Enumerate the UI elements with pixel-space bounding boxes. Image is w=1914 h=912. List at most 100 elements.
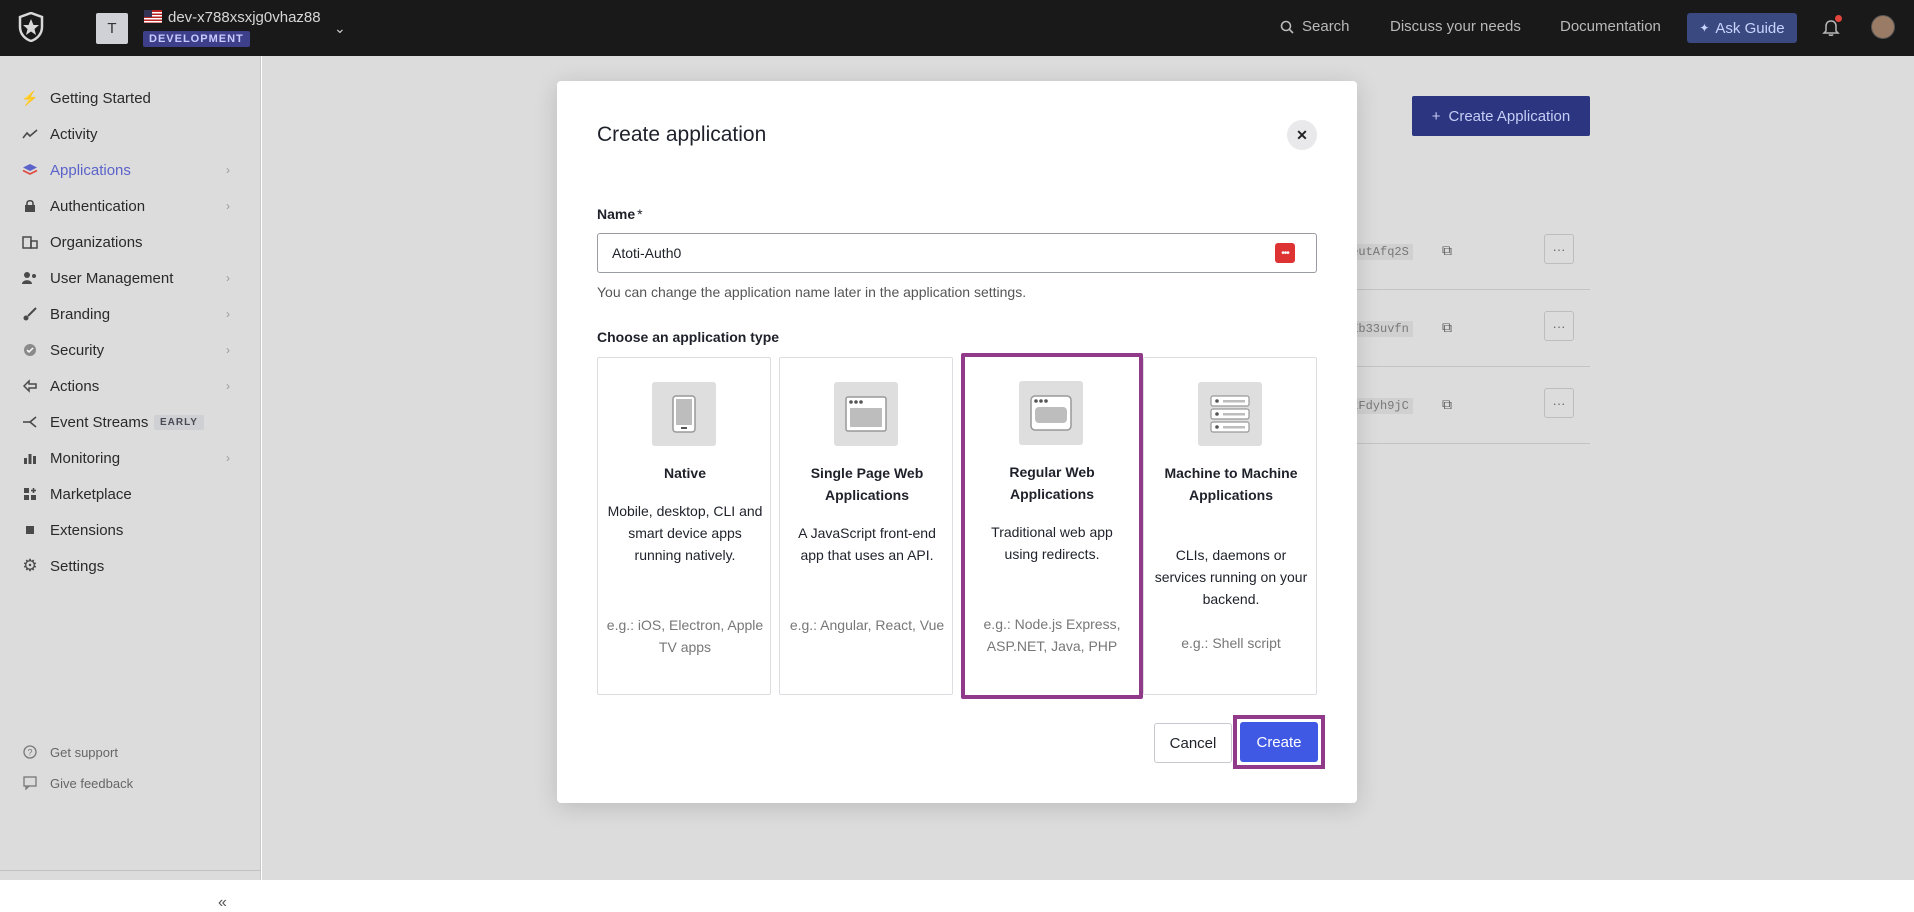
cancel-button[interactable]: Cancel <box>1154 723 1232 763</box>
password-manager-icon[interactable]: ••• <box>1275 243 1295 263</box>
search-icon <box>1280 20 1294 34</box>
sidebar-item-event-streams[interactable]: Event Streams EARLY <box>0 404 261 440</box>
create-application-button[interactable]: + Create Application <box>1412 96 1590 136</box>
close-icon: ✕ <box>1296 126 1308 143</box>
copy-icon[interactable]: ⧉ <box>1442 396 1452 413</box>
application-name-input[interactable] <box>597 233 1317 273</box>
sidebar-item-authentication[interactable]: Authentication › <box>0 188 261 224</box>
help-icon: ? <box>22 744 38 760</box>
chevron-right-icon: › <box>226 451 230 465</box>
get-support-link[interactable]: ? Get support <box>0 738 261 766</box>
chevron-right-icon: › <box>226 379 230 393</box>
app-type-native[interactable]: Native Mobile, desktop, CLI and smart de… <box>597 357 771 695</box>
ask-guide-label: Ask Guide <box>1715 19 1785 37</box>
give-feedback-label: Give feedback <box>50 775 134 791</box>
sidebar-item-label: Security <box>50 341 105 359</box>
sidebar-item-actions[interactable]: Actions › <box>0 368 261 404</box>
sidebar-item-user-management[interactable]: User Management › <box>0 260 261 296</box>
chevron-right-icon: › <box>226 307 230 321</box>
card-example: e.g.: Node.js Express, ASP.NET, Java, PH… <box>983 616 1121 654</box>
sidebar-item-label: Organizations <box>50 233 143 251</box>
plus-icon: + <box>1431 107 1441 125</box>
sidebar-item-label: Activity <box>50 125 98 143</box>
sidebar: ⚡ Getting Started Activity Applications … <box>0 56 261 911</box>
create-button[interactable]: Create <box>1240 722 1318 762</box>
ask-guide-button[interactable]: ✦ Ask Guide <box>1687 13 1797 43</box>
mobile-device-icon <box>652 382 716 446</box>
dialog-title: Create application <box>597 123 767 146</box>
table-row[interactable]: qzFdyh9jC ⧉ ··· <box>1340 368 1590 444</box>
copy-icon[interactable]: ⧉ <box>1442 319 1452 336</box>
feedback-icon <box>22 775 38 791</box>
svg-text:?: ? <box>27 748 32 758</box>
chevron-right-icon: › <box>226 271 230 285</box>
sidebar-item-applications[interactable]: Applications › <box>0 152 261 188</box>
sidebar-item-label: Branding <box>50 305 111 323</box>
app-type-regular-web[interactable]: Regular Web Applications Traditional web… <box>961 353 1143 699</box>
collapse-sidebar-icon[interactable]: « <box>218 894 227 912</box>
name-helper-text: You can change the application name late… <box>597 284 1027 300</box>
browser-window-icon <box>834 382 898 446</box>
stream-icon <box>22 414 38 430</box>
name-label-text: Name <box>597 206 636 222</box>
card-title: Regular Web Applications <box>1009 464 1095 502</box>
user-avatar[interactable] <box>1871 15 1895 39</box>
sidebar-item-branding[interactable]: Branding › <box>0 296 261 332</box>
sidebar-item-label: Monitoring <box>50 449 121 467</box>
extension-icon <box>22 522 38 538</box>
auth0-logo[interactable] <box>18 12 44 42</box>
tenant-avatar[interactable]: T <box>96 13 128 44</box>
shield-icon <box>22 342 38 358</box>
sidebar-item-getting-started[interactable]: ⚡ Getting Started <box>0 80 261 116</box>
gear-icon: ⚙ <box>22 556 38 575</box>
copy-icon[interactable]: ⧉ <box>1442 242 1452 259</box>
close-button[interactable]: ✕ <box>1287 120 1317 150</box>
sidebar-item-label: Getting Started <box>50 89 151 107</box>
sidebar-item-marketplace[interactable]: Marketplace <box>0 476 261 512</box>
chevron-right-icon: › <box>226 163 230 177</box>
sidebar-item-label: Applications <box>50 161 131 179</box>
documentation-link[interactable]: Documentation <box>1560 18 1661 35</box>
card-example: e.g.: iOS, Electron, Apple TV apps <box>606 617 764 655</box>
sidebar-item-label: Settings <box>50 557 105 575</box>
create-application-dialog: Create application ✕ Name* ••• You can c… <box>557 81 1357 803</box>
chart-icon <box>22 450 38 466</box>
name-label: Name * <box>597 206 643 222</box>
sidebar-item-security[interactable]: Security › <box>0 332 261 368</box>
search-button[interactable]: Search <box>1280 18 1350 35</box>
sidebar-item-label: Marketplace <box>50 485 132 503</box>
chevron-right-icon: › <box>226 199 230 213</box>
card-description: A JavaScript front-end app that uses an … <box>798 525 936 563</box>
create-application-label: Create Application <box>1448 107 1571 125</box>
search-label: Search <box>1302 18 1350 35</box>
table-row[interactable]: reutAfq2S ⧉ ··· <box>1340 214 1590 290</box>
layers-icon <box>22 162 38 178</box>
app-type-spa[interactable]: Single Page Web Applications A JavaScrip… <box>779 357 953 695</box>
sidebar-item-settings[interactable]: ⚙ Settings <box>0 548 261 584</box>
give-feedback-link[interactable]: Give feedback <box>0 769 261 797</box>
table-row[interactable]: qEb33uvfn ⧉ ··· <box>1340 291 1590 367</box>
chevron-down-icon[interactable]: ⌄ <box>334 20 346 37</box>
app-type-machine-to-machine[interactable]: Machine to Machine Applications CLIs, da… <box>1143 357 1317 695</box>
card-title: Single Page Web Applications <box>810 465 924 503</box>
more-options-button[interactable]: ··· <box>1544 311 1574 341</box>
tenant-name[interactable]: dev-x788xsxjg0vhaz88 <box>168 9 321 26</box>
chevron-right-icon: › <box>226 343 230 357</box>
notification-dot <box>1835 15 1842 22</box>
grid-plus-icon <box>22 486 38 502</box>
early-badge: EARLY <box>154 414 204 430</box>
web-app-icon <box>1019 381 1083 445</box>
sparkle-icon: ✦ <box>1699 21 1710 35</box>
sidebar-item-organizations[interactable]: Organizations <box>0 224 261 260</box>
sidebar-item-label: Authentication <box>50 197 146 215</box>
sidebar-item-label: Actions <box>50 377 100 395</box>
sidebar-item-activity[interactable]: Activity <box>0 116 261 152</box>
sidebar-item-monitoring[interactable]: Monitoring › <box>0 440 261 476</box>
more-options-button[interactable]: ··· <box>1544 234 1574 264</box>
bolt-icon: ⚡ <box>21 89 39 106</box>
application-type-label: Choose an application type <box>597 329 780 345</box>
more-options-button[interactable]: ··· <box>1544 388 1574 418</box>
server-icon <box>1198 382 1262 446</box>
discuss-needs-link[interactable]: Discuss your needs <box>1390 18 1521 35</box>
sidebar-item-extensions[interactable]: Extensions <box>0 512 261 548</box>
